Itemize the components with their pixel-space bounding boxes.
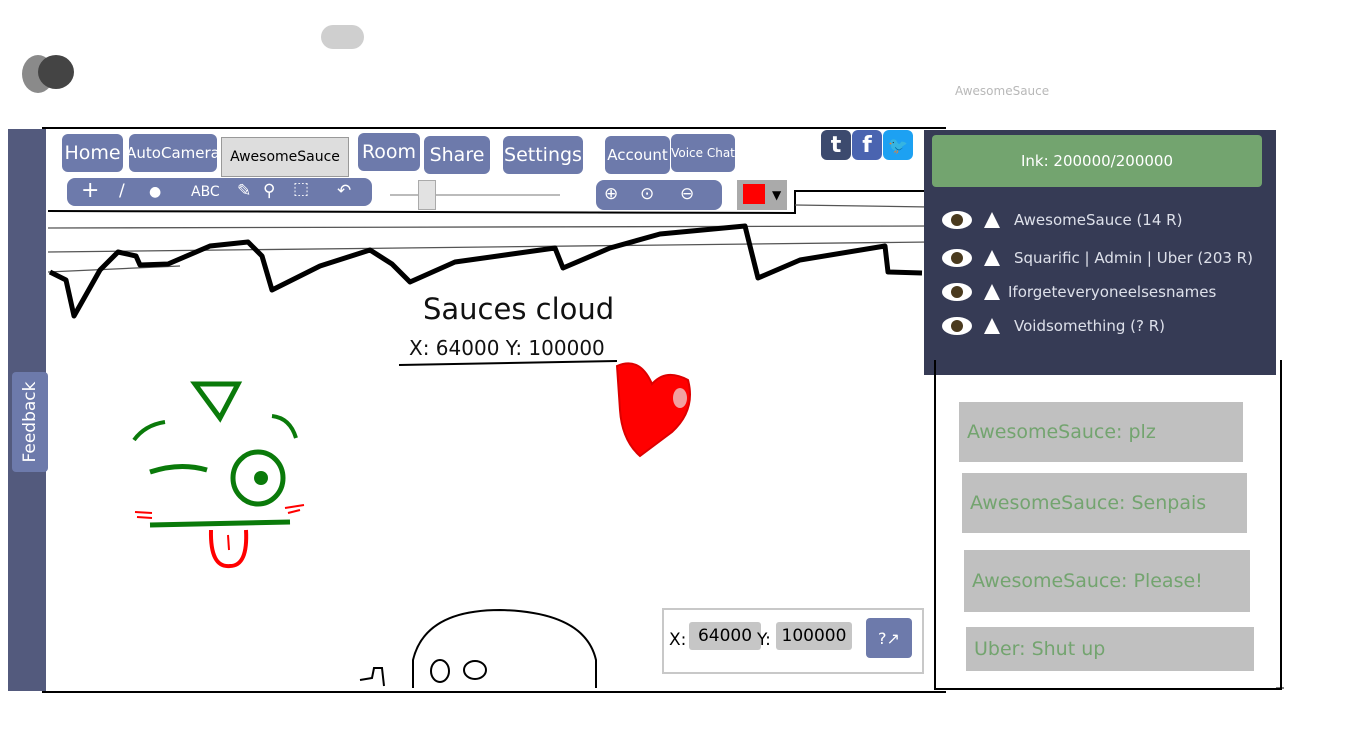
plus-tool-icon[interactable]: + <box>81 178 99 203</box>
select-tool-icon[interactable]: ⬚ <box>293 179 309 199</box>
facebook-icon[interactable]: f <box>852 130 882 160</box>
triangle-icon[interactable] <box>984 284 1000 300</box>
go-to-coordinates-button[interactable]: ?↗ <box>866 618 912 658</box>
twitter-icon[interactable]: 🐦 <box>883 130 913 160</box>
room-title: Sauces cloud <box>423 292 615 326</box>
room-button[interactable]: Room <box>358 133 420 171</box>
brush-tool-icon[interactable]: ⚲ <box>263 181 275 201</box>
ink-meter: Ink: 200000/200000 <box>932 135 1262 187</box>
picker-tool-icon[interactable]: ✎ <box>237 181 251 201</box>
user-row[interactable]: Iforgeteveryoneelsesnames <box>942 280 1216 304</box>
user-row[interactable]: Voidsomething (? R) <box>942 314 1165 338</box>
brush-size-knob[interactable] <box>418 180 437 210</box>
autocamera-button[interactable]: AutoCamera <box>129 134 217 172</box>
settings-button[interactable]: Settings <box>503 136 583 174</box>
triangle-icon[interactable] <box>984 250 1000 266</box>
dot-tool-icon[interactable]: ● <box>149 184 161 200</box>
user-row[interactable]: AwesomeSauce (14 R) <box>942 208 1182 232</box>
room-coordinates: X: 64000 Y: 100000 <box>409 336 605 360</box>
triangle-icon[interactable] <box>984 318 1000 334</box>
chat-message: AwesomeSauce: Please! <box>964 550 1250 612</box>
user-name: Squarific | Admin | Uber (203 R) <box>1014 249 1253 267</box>
eye-icon[interactable] <box>942 317 972 335</box>
account-button[interactable]: Account <box>605 136 670 174</box>
share-button[interactable]: Share <box>424 136 490 174</box>
zoom-in-icon[interactable]: ⊕ <box>604 184 618 204</box>
eye-icon[interactable] <box>942 211 972 229</box>
eye-icon[interactable] <box>942 283 972 301</box>
text-tool-icon[interactable]: ABC <box>191 184 220 200</box>
drawing-toolbar: + / ● ABC ✎ ⚲ ⬚ ↶ <box>67 178 372 206</box>
chat-message: AwesomeSauce: Senpais <box>962 473 1247 533</box>
line-tool-icon[interactable]: / <box>119 181 125 201</box>
x-label: X: <box>669 630 687 650</box>
chat-message: Uber: Shut up <box>966 627 1254 671</box>
current-color-swatch[interactable] <box>743 184 765 204</box>
user-row[interactable]: Squarific | Admin | Uber (203 R) <box>942 246 1253 270</box>
tumblr-icon[interactable]: t <box>821 130 851 160</box>
voice-chat-button[interactable]: Voice Chat <box>671 134 735 172</box>
eye-icon[interactable] <box>942 249 972 267</box>
triangle-icon[interactable] <box>984 212 1000 228</box>
y-label: Y: <box>757 630 771 650</box>
zoom-reset-icon[interactable]: ⊙ <box>640 184 654 204</box>
username-field[interactable]: AwesomeSauce <box>221 137 349 177</box>
zoom-out-icon[interactable]: ⊖ <box>680 184 694 204</box>
user-name: Voidsomething (? R) <box>1014 317 1166 335</box>
zoom-toolbar: ⊕ ⊙ ⊖ <box>596 180 722 210</box>
y-input[interactable]: 100000 <box>776 622 852 650</box>
x-input[interactable]: 64000 <box>689 622 761 650</box>
chevron-down-icon[interactable]: ▼ <box>772 188 781 202</box>
chat-message: AwesomeSauce: plz <box>959 402 1243 462</box>
undo-icon[interactable]: ↶ <box>337 181 351 201</box>
user-name: Iforgeteveryoneelsesnames <box>1008 283 1217 301</box>
user-name: AwesomeSauce (14 R) <box>1014 211 1183 229</box>
home-button[interactable]: Home <box>62 134 123 172</box>
brush-size-track[interactable] <box>390 194 560 196</box>
